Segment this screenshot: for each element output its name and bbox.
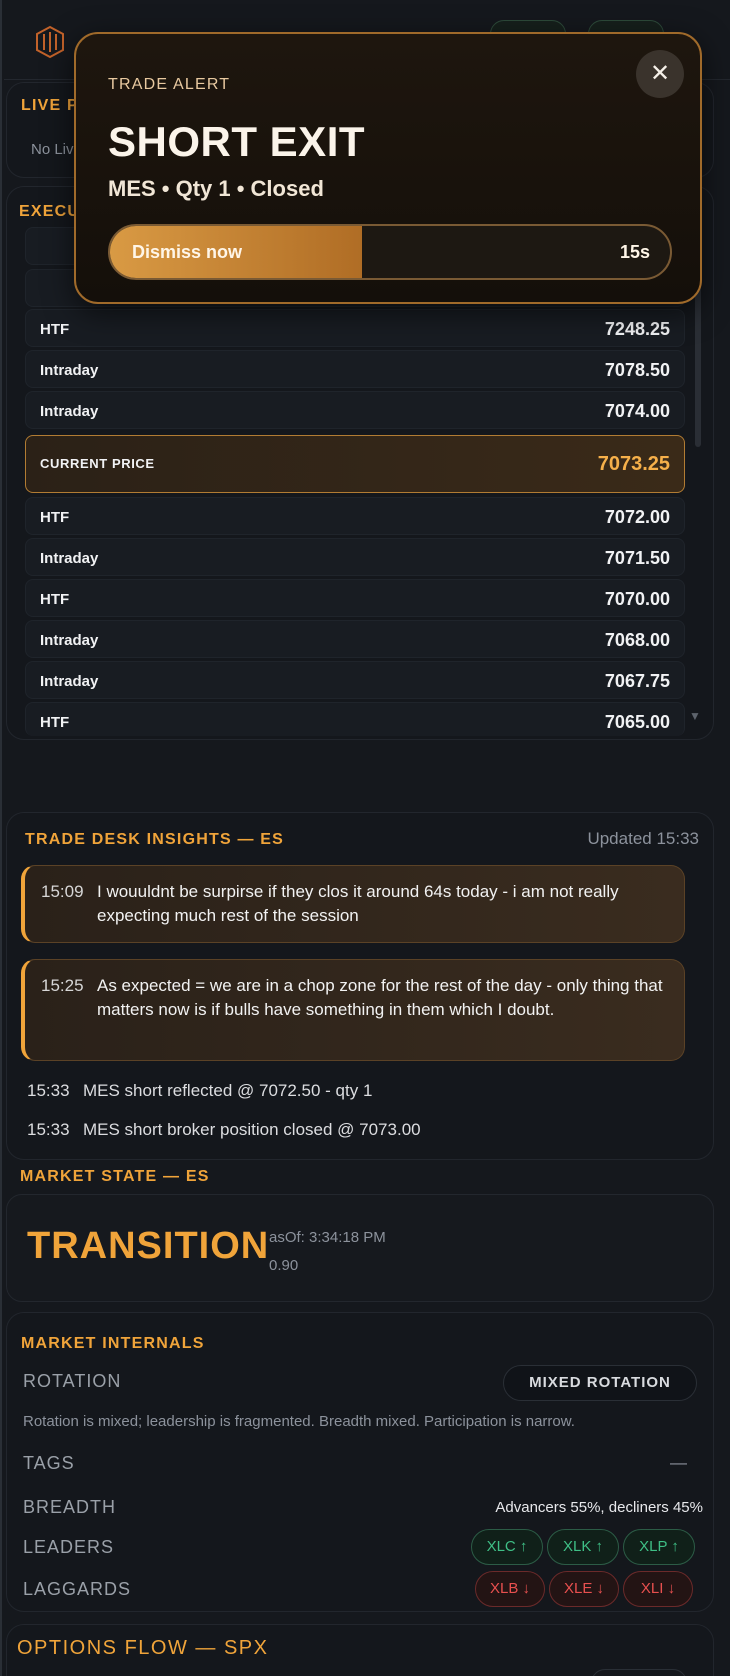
level-type: Intraday <box>40 632 99 649</box>
level-type: HTF <box>40 321 70 338</box>
note-text: I wouuldnt be surpirse if they clos it a… <box>97 882 619 925</box>
rotation-label: ROTATION <box>23 1371 122 1391</box>
level-type: Intraday <box>40 673 99 690</box>
options-flow-panel: OPTIONS FLOW — SPX <box>6 1624 714 1676</box>
event-text: MES short reflected @ 7072.50 - qty 1 <box>83 1081 373 1100</box>
level-price: 7072.00 <box>604 507 670 527</box>
level-row: Intraday 7068.00 <box>25 620 685 658</box>
event-line: 15:33 MES short broker position closed @ … <box>27 1120 421 1140</box>
level-type: Intraday <box>40 403 99 420</box>
breadth-value: Advancers 55%, decliners 45% <box>495 1499 703 1516</box>
insight-note: 15:09 I wouuldnt be surpirse if they clo… <box>21 865 685 943</box>
event-text: MES short broker position closed @ 7073.… <box>83 1120 421 1139</box>
leader-chip[interactable]: XLC ↑ <box>471 1529 543 1565</box>
note-time: 15:25 <box>41 976 84 995</box>
note-time: 15:09 <box>41 882 84 901</box>
rotation-description: Rotation is mixed; leadership is fragmen… <box>23 1413 575 1430</box>
laggard-chip[interactable]: XLB ↓ <box>475 1571 545 1607</box>
laggards-label: LAGGARDS <box>23 1579 132 1599</box>
event-line: 15:33 MES short reflected @ 7072.50 - qty… <box>27 1081 372 1101</box>
options-flow-control[interactable] <box>591 1669 687 1676</box>
level-price: 7074.00 <box>604 401 670 421</box>
level-price: 7078.50 <box>604 360 670 380</box>
level-type: HTF <box>40 714 70 731</box>
note-text: As expected = we are in a chop zone for … <box>97 976 663 1019</box>
tags-value: — <box>670 1453 687 1472</box>
market-state-asof: asOf: 3:34:18 PM <box>269 1229 386 1246</box>
insights-title: TRADE DESK INSIGHTS — ES <box>25 831 285 848</box>
leader-chip[interactable]: XLK ↑ <box>547 1529 619 1565</box>
rotation-badge: MIXED ROTATION <box>503 1365 697 1401</box>
level-price: 7067.75 <box>604 671 670 691</box>
level-price: 7071.50 <box>604 548 670 568</box>
level-type: Intraday <box>40 550 99 567</box>
countdown-value: 15s <box>619 242 650 262</box>
level-price: 7068.00 <box>604 630 670 650</box>
market-state-card: TRANSITION asOf: 3:34:18 PM 0.90 <box>6 1194 714 1302</box>
level-row: Intraday 7071.50 <box>25 538 685 576</box>
current-price-value: 7073.25 <box>597 453 670 475</box>
insights-panel: TRADE DESK INSIGHTS — ES Updated 15:33 1… <box>6 812 714 1160</box>
level-type: HTF <box>40 591 70 608</box>
trade-alert-modal: TRADE ALERT SHORT EXIT MES • Qty 1 • Clo… <box>74 32 702 304</box>
level-price: 7248.25 <box>604 319 670 339</box>
options-flow-title: OPTIONS FLOW — SPX <box>17 1637 269 1659</box>
level-row: HTF 7248.25 <box>25 309 685 347</box>
live-positions-empty: No Liv <box>31 141 74 158</box>
alert-kicker: TRADE ALERT <box>108 76 231 93</box>
laggard-chip[interactable]: XLI ↓ <box>623 1571 693 1607</box>
alert-title: SHORT EXIT <box>108 118 366 165</box>
leaders-label: LEADERS <box>23 1537 115 1557</box>
dismiss-button[interactable]: Dismiss now 15s <box>108 224 672 280</box>
level-row: HTF 7070.00 <box>25 579 685 617</box>
logo-icon <box>36 25 64 59</box>
internals-title: MARKET INTERNALS <box>21 1335 205 1352</box>
insight-note: 15:25 As expected = we are in a chop zon… <box>21 959 685 1061</box>
market-state-title: MARKET STATE — ES <box>20 1168 210 1185</box>
execution-title: EXECU <box>19 203 81 220</box>
scroll-down-icon[interactable]: ▼ <box>689 709 701 723</box>
level-price: 7065.00 <box>604 712 670 732</box>
live-positions-title: LIVE P <box>21 97 79 114</box>
current-price-row: CURRENT PRICE 7073.25 <box>25 435 685 493</box>
current-price-label: CURRENT PRICE <box>40 456 155 471</box>
level-row: HTF 7065.00 <box>25 702 685 736</box>
laggard-chip[interactable]: XLE ↓ <box>549 1571 619 1607</box>
market-state-score: 0.90 <box>269 1257 299 1274</box>
tags-label: TAGS <box>23 1453 75 1473</box>
alert-subtitle: MES • Qty 1 • Closed <box>108 176 324 201</box>
event-time: 15:33 <box>27 1120 70 1139</box>
level-row: Intraday 7074.00 <box>25 391 685 429</box>
level-row: Intraday 7078.50 <box>25 350 685 388</box>
level-price: 7070.00 <box>604 589 670 609</box>
event-time: 15:33 <box>27 1081 70 1100</box>
insights-updated: Updated 15:33 <box>587 829 699 848</box>
level-row: Intraday 7067.75 <box>25 661 685 699</box>
level-type: Intraday <box>40 362 99 379</box>
leader-chip[interactable]: XLP ↑ <box>623 1529 695 1565</box>
level-row: HTF 7072.00 <box>25 497 685 535</box>
level-type: HTF <box>40 509 70 526</box>
market-state-value: TRANSITION <box>27 1225 270 1267</box>
market-internals-panel: MARKET INTERNALS ROTATION MIXED ROTATION… <box>6 1312 714 1612</box>
close-icon[interactable]: ✕ <box>636 50 684 98</box>
breadth-label: BREADTH <box>23 1497 117 1517</box>
dismiss-label: Dismiss now <box>132 242 243 262</box>
